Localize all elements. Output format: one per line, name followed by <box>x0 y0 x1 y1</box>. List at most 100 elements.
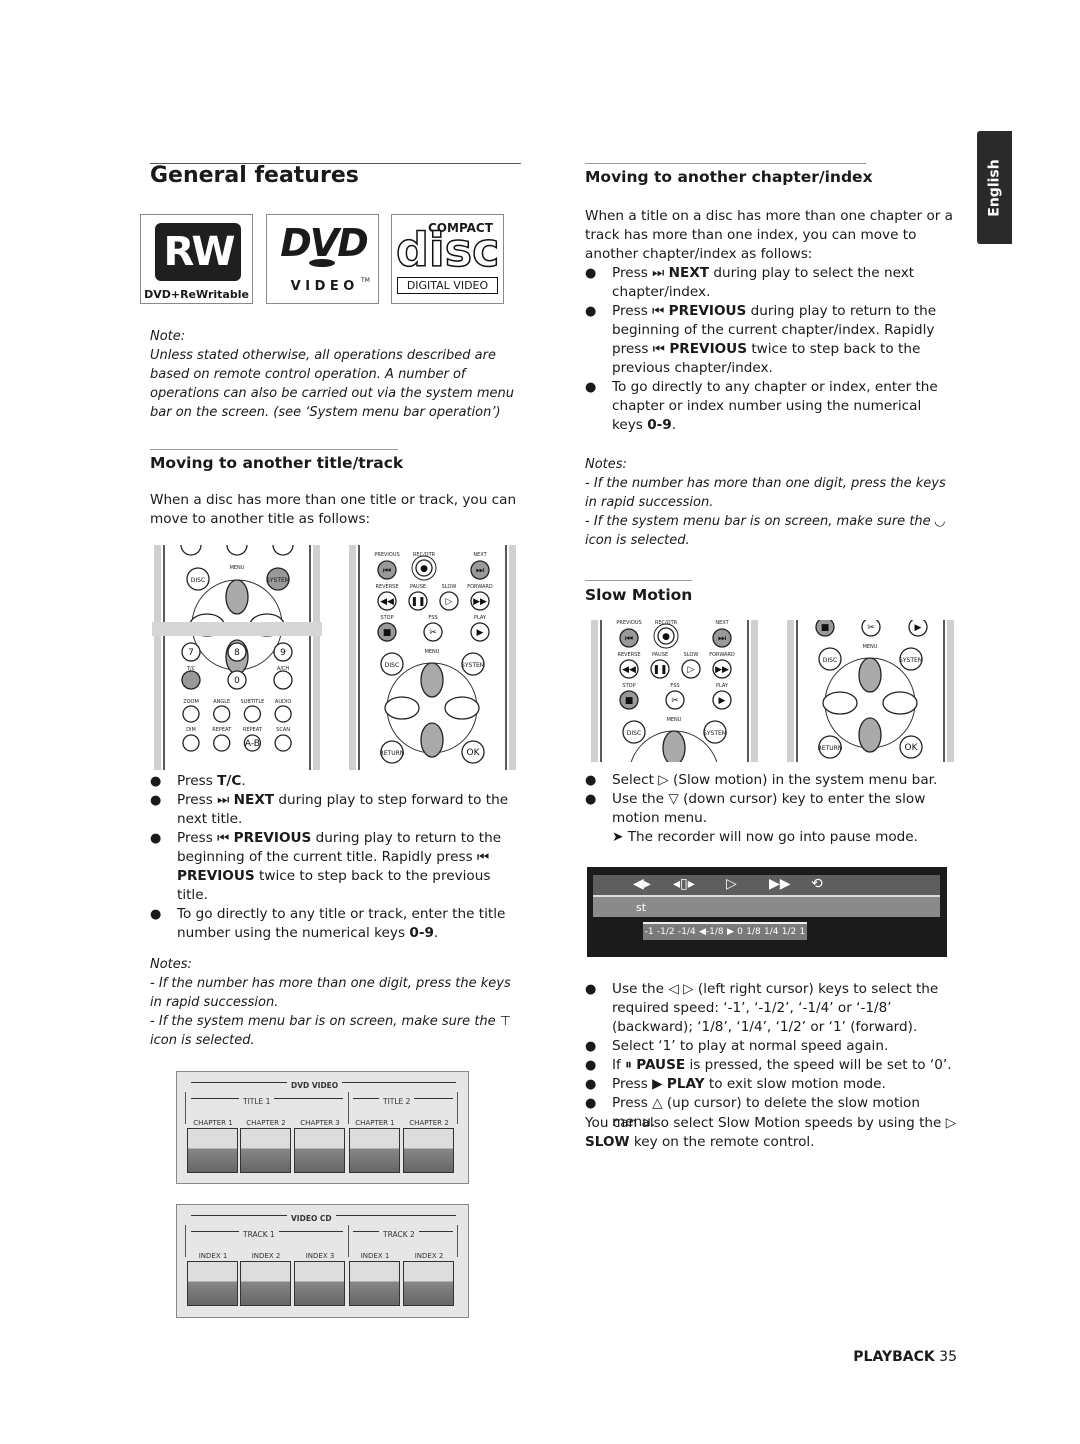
remote-edge <box>154 545 161 770</box>
thumbnail <box>240 1128 291 1173</box>
ok-button-label: OK <box>467 748 481 758</box>
list-item: Press ⏭ NEXT during play to step forward… <box>150 791 520 829</box>
button-caption: STOP <box>622 683 635 689</box>
chapter-intro: When a title on a disc has more than one… <box>585 208 954 262</box>
button-caption: PREVIOUS <box>616 620 641 626</box>
transport-key-label: ▶▶ <box>473 597 487 607</box>
note-item: - If the number has more than one digit,… <box>150 976 511 1010</box>
function-key <box>274 734 292 752</box>
dvd-structure-diagram: DVD VIDEO TITLE 1 TITLE 2 CHAPTER 1 CHAPTER … <box>176 1071 469 1184</box>
button-caption: REVERSE <box>617 652 640 658</box>
button-caption: PLAY <box>474 615 487 621</box>
audio-icon: ◀▸ <box>633 876 651 892</box>
note-item: - If the system menu bar is on screen, m… <box>150 1014 512 1048</box>
number-key-0-label: 0 <box>234 676 240 686</box>
record-button-label: ● <box>420 564 428 574</box>
speed-option[interactable]: 1/2 <box>782 923 796 942</box>
button-caption: PAUSE <box>410 584 426 590</box>
next-button-label: ⏭ <box>476 566 484 576</box>
transport-key-label: ❚❚ <box>652 665 667 675</box>
number-key-9-label: 9 <box>280 648 286 658</box>
cursor-key <box>444 696 480 720</box>
cut-band <box>152 622 322 636</box>
system-button-label: SYSTEM <box>703 730 727 737</box>
cursor-key <box>420 662 444 698</box>
notes-label: Notes: <box>150 957 192 972</box>
transport-key-label: ■ <box>625 696 634 706</box>
speed-option[interactable]: 1/4 <box>764 923 778 942</box>
cursor-key <box>882 691 918 715</box>
thumbnail <box>294 1261 345 1306</box>
transport-key-label: ▶ <box>719 696 726 706</box>
system-button-label: SYSTEM <box>461 662 485 669</box>
button-caption: MENU <box>863 644 878 650</box>
button-caption: STOP <box>380 615 393 621</box>
cursor-key <box>858 657 882 693</box>
transport-key-label: ◀◀ <box>622 665 636 675</box>
thumbnail <box>403 1128 454 1173</box>
page-footer: PLAYBACK 35 <box>853 1349 957 1365</box>
time-search-icon: ⟲ <box>811 876 823 892</box>
speed-scale[interactable]: -1 -1/2 -1/4 ◀-1/8 ▶ 0 1/8 1/4 1/2 1 <box>643 922 807 940</box>
number-key-7-label: 7 <box>188 648 194 658</box>
fast-forward-icon: ▶▶ <box>769 876 791 892</box>
speed-option[interactable]: -1/2 <box>657 923 675 942</box>
divider <box>185 1225 186 1257</box>
thumbnail <box>349 1128 400 1173</box>
disc-button-label: DISC <box>191 577 205 584</box>
tc-button <box>181 670 201 690</box>
note-text: Unless stated otherwise, all operations … <box>150 348 514 420</box>
speed-option[interactable]: -1/4 <box>678 923 696 942</box>
function-key <box>213 734 231 752</box>
remote-edge <box>313 545 320 770</box>
ok-button-label: OK <box>905 743 919 753</box>
remote-edge <box>349 545 356 770</box>
button-caption: PAUSE <box>652 652 668 658</box>
dvd-video-logo: DVD V I D E O TM <box>266 214 379 304</box>
button-caption: NEXT <box>473 552 487 558</box>
disc-button-label: DISC <box>627 730 641 737</box>
list-item: Press ⏭ NEXT during play to select the n… <box>585 264 955 302</box>
transport-key-label: ■ <box>383 628 392 638</box>
button-caption: SLOW <box>684 652 699 658</box>
diagram-title: DVD VIDEO <box>287 1076 343 1095</box>
rw-logo: RW DVD+ReWritable <box>140 214 253 304</box>
button-caption: REVERSE <box>375 584 398 590</box>
transport-key-label: ❚❚ <box>410 597 425 607</box>
language-tab: English <box>977 131 1012 244</box>
chapter-steps: Press ⏭ NEXT during play to select the n… <box>585 264 955 435</box>
button-caption: MENU <box>667 717 682 723</box>
transport-key-label: ■ <box>821 623 830 633</box>
remote-illustration-transport: PREVIOUS REC/OTR NEXT⏮ ● ⏭REVERSE◀◀PAUSE❚❚SL… <box>347 545 518 770</box>
group-label: TITLE 2 <box>379 1092 415 1111</box>
section-rule <box>585 163 866 164</box>
button-caption: PLAY <box>716 683 729 689</box>
return-button-label: RETURN <box>818 745 843 752</box>
cursor-key <box>662 730 686 762</box>
divider <box>457 1092 458 1124</box>
slow-steps: Select ▷ (Slow motion) in the system men… <box>585 771 957 847</box>
list-item: Use the ▽ (down cursor) key to enter the… <box>585 790 957 828</box>
note-label: Note: <box>150 329 186 344</box>
slow-motion-menu-screen: ◀▸ ◂▯▸ ▷ ▶▶ ⟲ st -1 -1/2 -1/4 ◀-1/8 ▶ 0 1/8 1/4… <box>587 867 947 957</box>
button-caption: SCAN <box>276 727 290 733</box>
button-caption: FSS <box>670 683 679 689</box>
section-rule <box>150 449 398 450</box>
return-button-label: RETURN <box>380 750 405 757</box>
menu-bar: ◀▸ ◂▯▸ ▷ ▶▶ ⟲ <box>593 875 940 895</box>
speed-option[interactable]: -1 <box>645 923 654 942</box>
speed-option[interactable]: 0 <box>737 923 743 942</box>
angle-icon: ◂▯▸ <box>673 876 695 892</box>
speed-option[interactable]: ▶ <box>727 923 734 942</box>
button-caption: FSS <box>428 615 437 621</box>
button-caption: PREVIOUS <box>374 552 399 558</box>
speed-option[interactable]: ◀-1/8 <box>699 923 724 942</box>
remote-edge <box>751 620 758 762</box>
button-caption: FORWARD <box>709 652 735 658</box>
transport-key-label: ✂ <box>429 628 437 638</box>
note-item: - If the number has more than one digit,… <box>585 476 946 510</box>
speed-option[interactable]: 1 <box>800 923 806 942</box>
cursor-key <box>822 691 858 715</box>
speed-option[interactable]: 1/8 <box>746 923 760 942</box>
divider <box>185 1092 186 1124</box>
